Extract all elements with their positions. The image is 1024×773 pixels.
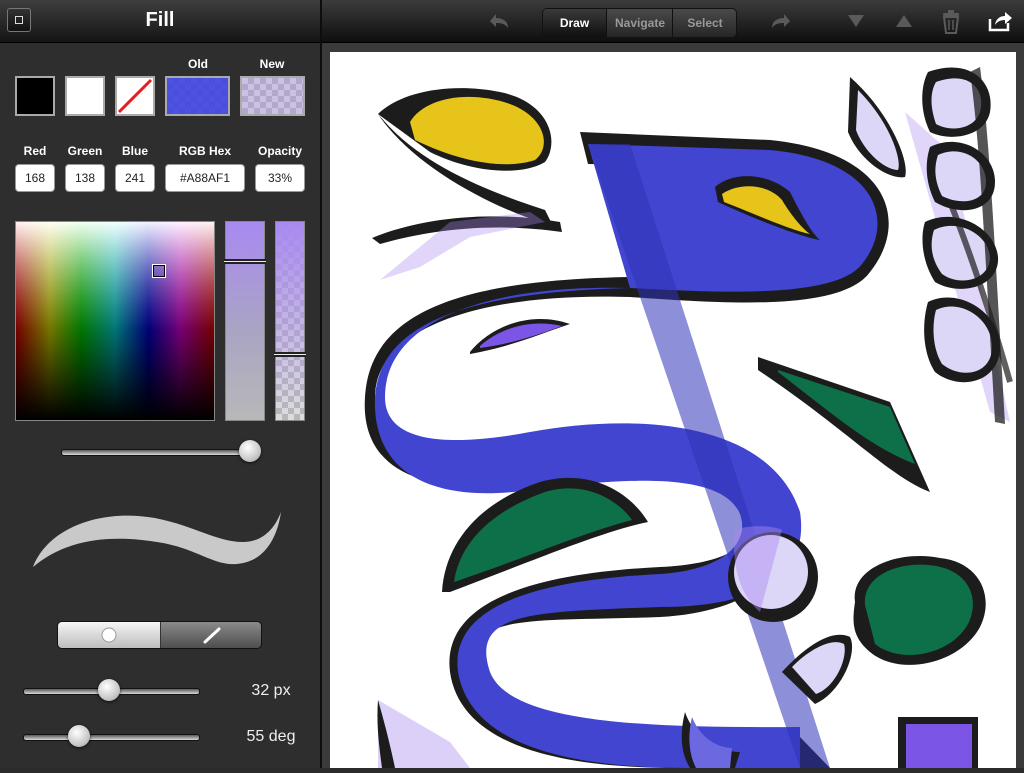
artwork [364, 67, 1013, 768]
red-label: Red [23, 144, 47, 158]
tab-navigate[interactable]: Navigate [606, 9, 673, 37]
green-shape [758, 357, 930, 492]
brush-angle-value: 55 deg [246, 728, 296, 745]
undo-icon[interactable] [484, 9, 512, 33]
share-icon[interactable] [987, 9, 1013, 33]
color-spectrum-picker[interactable] [15, 221, 215, 421]
canvas-area: Draw Navigate Select [322, 0, 1024, 768]
white-swatch[interactable] [65, 76, 105, 116]
brightness-slider-knob[interactable] [239, 440, 261, 462]
mode-segmented-control: Draw Navigate Select [542, 8, 737, 38]
brush-size-value: 32 px [251, 682, 291, 699]
new-color-swatch[interactable] [240, 76, 305, 116]
brightness-bar[interactable] [224, 221, 266, 421]
no-color-swatch[interactable] [115, 76, 155, 116]
black-swatch[interactable] [15, 76, 55, 116]
brush-type-segment [57, 621, 262, 649]
blue-label: Blue [121, 144, 148, 158]
hex-field[interactable]: #A88AF1 [165, 164, 245, 192]
brush-angle-slider-track[interactable] [23, 734, 200, 741]
red-field[interactable]: 168 [15, 164, 55, 192]
green-field[interactable]: 138 [65, 164, 105, 192]
round-brush-button[interactable] [58, 622, 160, 648]
brightness-slider-track[interactable] [61, 449, 253, 456]
redo-icon[interactable] [768, 9, 796, 33]
chisel-brush-button[interactable] [160, 622, 261, 648]
arrow-up-icon[interactable] [894, 12, 914, 30]
brush-size-slider-knob[interactable] [98, 679, 120, 701]
panel-header: Fill [0, 0, 320, 43]
opacity-field[interactable]: 33% [255, 164, 305, 192]
no-color-icon [117, 78, 153, 114]
opacity-label: Opacity [257, 144, 302, 158]
circle-brush-icon [101, 627, 117, 643]
old-color-swatch[interactable] [165, 76, 230, 116]
trash-icon[interactable] [940, 9, 962, 35]
slash-brush-icon [203, 627, 221, 644]
green-label: Green [67, 144, 103, 158]
brush-angle-slider-knob[interactable] [68, 725, 90, 747]
fill-panel: Fill Old New Red Green Blue RGB Hex Opac… [0, 0, 320, 768]
opacity-bar[interactable] [274, 221, 306, 421]
blue-field[interactable]: 241 [115, 164, 155, 192]
brightness-handle[interactable] [224, 259, 266, 264]
opacity-handle[interactable] [274, 352, 306, 357]
tab-draw[interactable]: Draw [543, 9, 606, 37]
top-toolbar: Draw Navigate Select [322, 0, 1024, 43]
old-color-label: Old [188, 57, 208, 71]
hex-label: RGB Hex [178, 144, 231, 158]
arrow-down-icon[interactable] [846, 12, 866, 30]
tab-select[interactable]: Select [672, 9, 736, 37]
drawing-canvas[interactable] [330, 52, 1016, 768]
brush-stroke-preview [33, 512, 281, 567]
color-picker-cursor[interactable] [152, 264, 166, 278]
new-color-label: New [259, 57, 285, 71]
panel-title: Fill [145, 9, 175, 31]
